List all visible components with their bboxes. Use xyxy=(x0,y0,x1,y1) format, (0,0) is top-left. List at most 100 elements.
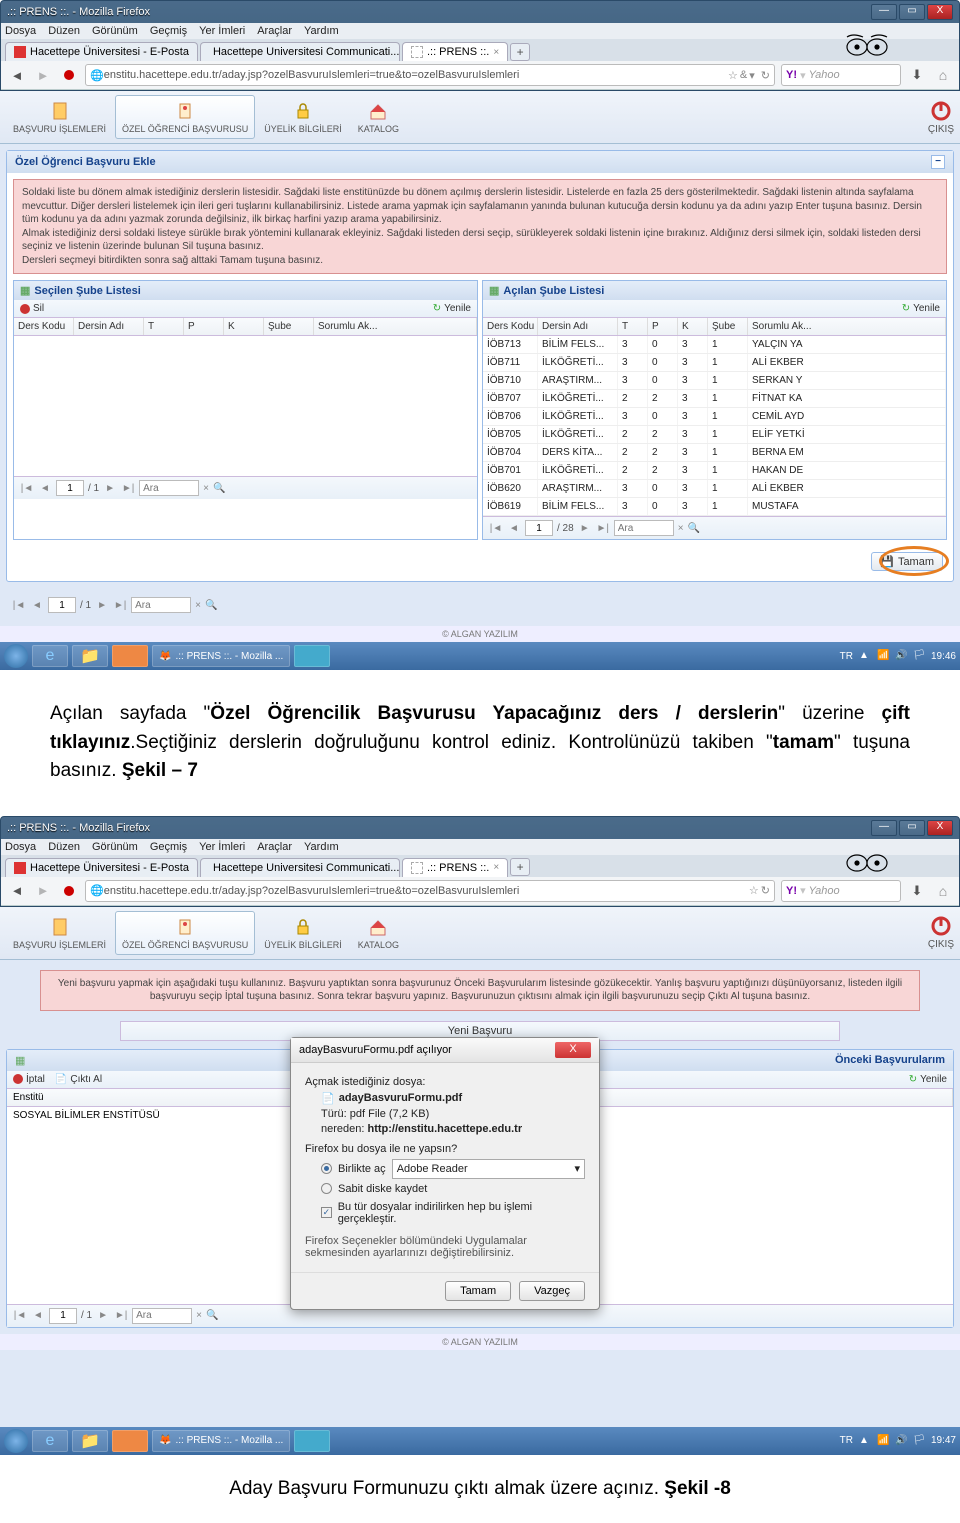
page-next-icon[interactable]: ► xyxy=(95,600,109,611)
reload-icon[interactable]: ↻ xyxy=(761,884,770,897)
tray-clock[interactable]: 19:46 xyxy=(931,651,956,662)
page-input[interactable] xyxy=(49,1308,77,1324)
collapse-button[interactable]: − xyxy=(931,155,945,169)
toolbar-katalog[interactable]: KATALOG xyxy=(351,95,406,139)
close-button[interactable]: X xyxy=(927,820,953,836)
menu-yerimleri[interactable]: Yer İmleri xyxy=(199,25,245,37)
yenile-button-right[interactable]: ↻Yenile xyxy=(902,303,940,314)
page-input[interactable] xyxy=(525,520,553,536)
taskbar-app2[interactable] xyxy=(294,645,330,667)
taskbar-explorer[interactable]: 📁 xyxy=(72,1430,108,1452)
start-button[interactable] xyxy=(4,1429,28,1453)
right-grid-body[interactable]: İÖB713BİLİM FELS...3031YALÇIN YAİÖB711İL… xyxy=(483,336,946,516)
table-row[interactable]: İÖB701İLKÖĞRETİ...2231HAKAN DE xyxy=(483,462,946,480)
tray-lang[interactable]: TR xyxy=(840,651,853,662)
taskbar-app2[interactable] xyxy=(294,1430,330,1452)
minimize-button[interactable]: — xyxy=(871,4,897,20)
table-row[interactable]: İÖB619BİLİM FELS...3031MUSTAFA xyxy=(483,498,946,516)
taskbar-firefox[interactable]: 🦊.:: PRENS ::. - Mozilla ... xyxy=(152,1430,290,1452)
tray-volume-icon[interactable]: 🔊 xyxy=(895,1435,907,1447)
page-input[interactable] xyxy=(48,597,76,613)
page-first-icon[interactable]: |◄ xyxy=(12,600,26,611)
search-icon[interactable]: 🔍 xyxy=(688,523,700,534)
table-row[interactable]: İÖB707İLKÖĞRETİ...2231FİTNAT KA xyxy=(483,390,946,408)
table-row[interactable]: İÖB711İLKÖĞRETİ...3031ALİ EKBER xyxy=(483,354,946,372)
page-next-icon[interactable]: ► xyxy=(578,523,592,534)
clear-icon[interactable]: × xyxy=(196,1310,202,1321)
search-icon[interactable]: 🔍 xyxy=(206,1310,218,1321)
page-prev-icon[interactable]: ◄ xyxy=(30,600,44,611)
downloads-icon[interactable]: ⬇ xyxy=(907,881,927,901)
page-prev-icon[interactable]: ◄ xyxy=(507,523,521,534)
page-last-icon[interactable]: ►| xyxy=(596,523,610,534)
stop-button[interactable] xyxy=(59,881,79,901)
toolbar-basvuru-islemleri[interactable]: BAŞVURU İŞLEMLERİ xyxy=(6,95,113,139)
table-row[interactable]: İÖB713BİLİM FELS...3031YALÇIN YA xyxy=(483,336,946,354)
home-button[interactable]: ⌂ xyxy=(933,65,953,85)
menu-yardim[interactable]: Yardım xyxy=(304,841,339,853)
table-row[interactable]: İÖB706İLKÖĞRETİ...3031CEMİL AYD xyxy=(483,408,946,426)
toolbar-ozel-ogrenci[interactable]: ÖZEL ÖĞRENCİ BAŞVURUSU xyxy=(115,95,255,139)
tray-network-icon[interactable]: 📶 xyxy=(877,1435,889,1447)
menu-gorunum[interactable]: Görünüm xyxy=(92,841,138,853)
url-bar[interactable]: 🌐 enstitu.hacettepe.edu.tr/aday.jsp?ozel… xyxy=(85,880,775,902)
tab-prens[interactable]: .:: PRENS ::.× xyxy=(402,42,508,61)
tray-flag-icon[interactable]: 🏳 xyxy=(913,650,925,662)
menu-duzen[interactable]: Düzen xyxy=(48,25,80,37)
table-row[interactable]: İÖB704DERS KİTA...2231BERNA EM xyxy=(483,444,946,462)
page-first-icon[interactable]: |◄ xyxy=(13,1310,27,1321)
page-first-icon[interactable]: |◄ xyxy=(20,483,34,494)
tray-volume-icon[interactable]: 🔊 xyxy=(895,650,907,662)
toolbar-basvuru-islemleri[interactable]: BAŞVURU İŞLEMLERİ xyxy=(6,911,113,955)
iptal-button[interactable]: İptal xyxy=(13,1074,45,1085)
yenile-button-left[interactable]: ↻Yenile xyxy=(433,303,471,314)
page-first-icon[interactable]: |◄ xyxy=(489,523,503,534)
menu-araclar[interactable]: Araçlar xyxy=(257,25,292,37)
tray-icon[interactable]: ▲ xyxy=(859,1435,871,1447)
tray-flag-icon[interactable]: 🏳 xyxy=(913,1435,925,1447)
dialog-ok-button[interactable]: Tamam xyxy=(445,1281,511,1301)
search-bar[interactable]: Y! ▾ Yahoo xyxy=(781,64,901,86)
page-prev-icon[interactable]: ◄ xyxy=(38,483,52,494)
tab-hacettepe-eposta[interactable]: Hacettepe Üniversitesi - E-Posta xyxy=(5,858,198,877)
taskbar-explorer[interactable]: 📁 xyxy=(72,645,108,667)
tray-network-icon[interactable]: 📶 xyxy=(877,650,889,662)
downloads-icon[interactable]: ⬇ xyxy=(907,65,927,85)
search-input[interactable] xyxy=(132,1308,192,1324)
table-row[interactable]: İÖB705İLKÖĞRETİ...2231ELİF YETKİ xyxy=(483,426,946,444)
menu-dosya[interactable]: Dosya xyxy=(5,25,36,37)
search-bar[interactable]: Y! ▾ Yahoo xyxy=(781,880,901,902)
toolbar-katalog[interactable]: KATALOG xyxy=(351,911,406,955)
page-last-icon[interactable]: ►| xyxy=(121,483,135,494)
search-input[interactable] xyxy=(139,480,199,496)
open-with-combo[interactable]: Adobe Reader ▾ xyxy=(392,1159,585,1179)
search-input[interactable] xyxy=(131,597,191,613)
forward-button[interactable]: ► xyxy=(33,65,53,85)
toolbar-cikis[interactable]: ÇIKIŞ xyxy=(928,915,954,950)
home-button[interactable]: ⌂ xyxy=(933,881,953,901)
yenile-button[interactable]: ↻Yenile xyxy=(909,1074,947,1085)
maximize-button[interactable]: ▭ xyxy=(899,820,925,836)
radio-save[interactable] xyxy=(321,1183,332,1194)
tray-lang[interactable]: TR xyxy=(840,1435,853,1446)
tab-hacettepe-comm[interactable]: Hacettepe Universitesi Communicati...× xyxy=(200,858,400,877)
bookmark-icon[interactable]: ☆ xyxy=(728,69,738,82)
menu-yardim[interactable]: Yardım xyxy=(304,25,339,37)
page-next-icon[interactable]: ► xyxy=(103,483,117,494)
menu-araclar[interactable]: Araçlar xyxy=(257,841,292,853)
radio-open-with[interactable] xyxy=(321,1163,332,1174)
search-input[interactable] xyxy=(614,520,674,536)
new-tab-button[interactable]: + xyxy=(510,858,530,876)
page-input[interactable] xyxy=(56,480,84,496)
page-last-icon[interactable]: ►| xyxy=(113,600,127,611)
clear-icon[interactable]: × xyxy=(203,483,209,494)
start-button[interactable] xyxy=(4,644,28,668)
back-button[interactable]: ◄ xyxy=(7,881,27,901)
clear-icon[interactable]: × xyxy=(195,600,201,611)
tab-hacettepe-comm[interactable]: Hacettepe Universitesi Communicati...× xyxy=(200,42,400,61)
url-bar[interactable]: 🌐 enstitu.hacettepe.edu.tr/aday.jsp?ozel… xyxy=(85,64,775,86)
new-tab-button[interactable]: + xyxy=(510,43,530,61)
dropdown-icon[interactable]: ▾ xyxy=(749,69,755,82)
dialog-close-button[interactable]: X xyxy=(555,1042,591,1058)
tray-icon[interactable]: ▲ xyxy=(859,650,871,662)
